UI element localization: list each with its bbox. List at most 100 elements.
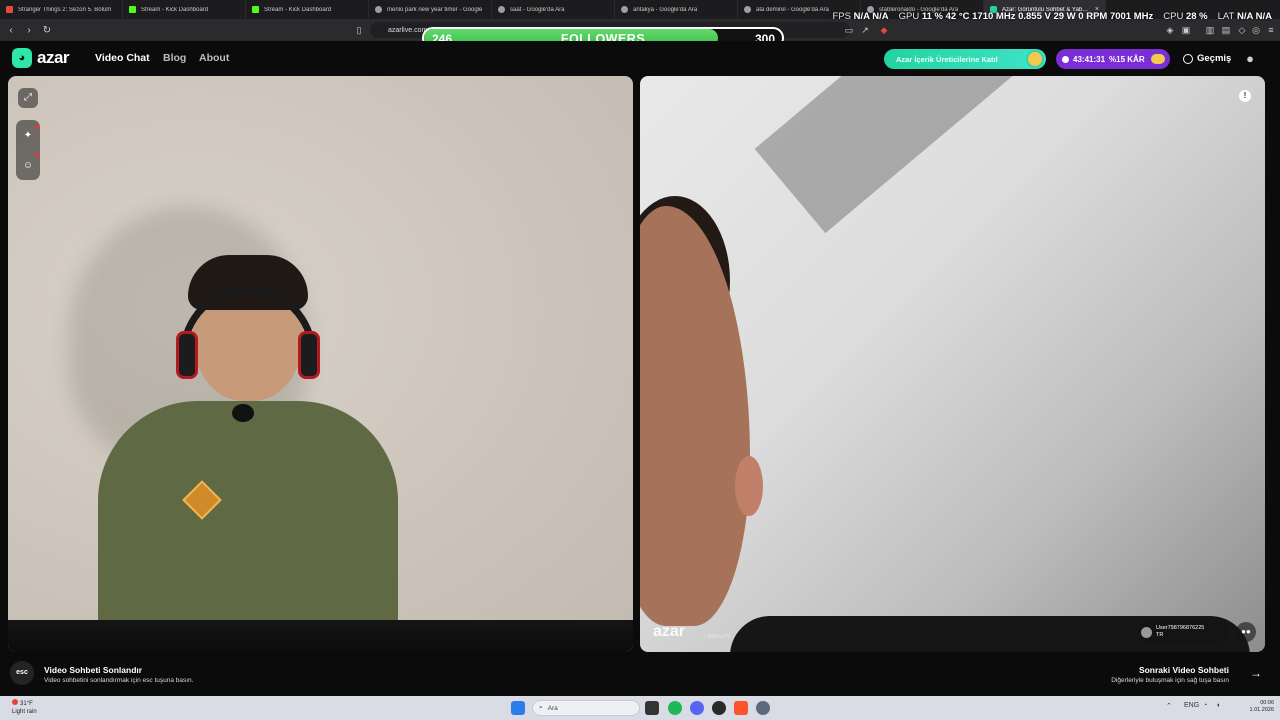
lat-stat: LAT N/A N/A bbox=[1217, 11, 1272, 22]
end-chat-title: Video Sohbeti Sonlandır bbox=[44, 665, 143, 675]
watermark-id: 7-MAPieqTp bbox=[703, 634, 731, 640]
gpu-stat: GPU 11 % 42 °C 1710 MHz 0.855 V 29 W 0 R… bbox=[898, 11, 1154, 22]
nav-blog[interactable]: Blog bbox=[163, 52, 186, 64]
join-creators-button[interactable]: Azar İçerik Üreticilerine Katıl bbox=[884, 49, 1046, 69]
remote-face bbox=[640, 206, 750, 626]
google-icon bbox=[621, 6, 628, 13]
browser-tab[interactable]: Stream - Kick Dashboard bbox=[246, 0, 369, 19]
wifi-icon[interactable]: ◔ bbox=[1203, 702, 1207, 709]
nav-video-chat[interactable]: Video Chat bbox=[95, 52, 150, 64]
menu-icon[interactable]: ≡ bbox=[1265, 24, 1277, 36]
screenshot-icon[interactable]: ▣ bbox=[1180, 24, 1192, 36]
clock-date: 1.01.2026 bbox=[1249, 707, 1274, 713]
profile-icon[interactable]: ● bbox=[1242, 51, 1258, 67]
spotify-icon[interactable] bbox=[668, 701, 682, 715]
desk-edge bbox=[8, 620, 633, 652]
kick-icon bbox=[129, 6, 136, 13]
browser-tab[interactable]: Stranger Things 2: Sezon 5. Bölüm bbox=[0, 0, 123, 19]
event-timer-badge[interactable]: 43:41:31 %15 KÂR bbox=[1056, 49, 1170, 69]
sidebar-icon[interactable]: ▥ bbox=[1204, 24, 1216, 36]
azar-watermark: azar bbox=[653, 623, 686, 640]
kick-icon bbox=[252, 6, 259, 13]
next-chat-title: Sonraki Video Sohbeti bbox=[1138, 665, 1229, 675]
taskbar-search[interactable]: ⌕ Ara bbox=[532, 700, 640, 716]
clock-time: 00:06 bbox=[1260, 700, 1274, 706]
sparkle-effect-icon[interactable]: ✦ bbox=[22, 129, 35, 142]
headset-mic bbox=[232, 404, 254, 422]
url-text: azarlive.com bbox=[388, 26, 428, 34]
forward-arrow-icon[interactable]: › bbox=[22, 23, 36, 37]
lang-indicator[interactable]: ENG bbox=[1184, 702, 1199, 709]
chat-bubble-icon[interactable]: ●● bbox=[1236, 622, 1256, 642]
app-icon[interactable] bbox=[712, 701, 726, 715]
browser-tab[interactable]: antakya - Google'da Ara bbox=[615, 0, 738, 19]
notification-dot bbox=[35, 125, 39, 129]
azar-wordmark: azar bbox=[37, 48, 70, 67]
history-icon bbox=[1183, 53, 1193, 64]
search-icon: ⌕ bbox=[539, 704, 543, 711]
brave-shield-icon[interactable]: ◆ bbox=[878, 24, 890, 36]
next-arrow-icon[interactable]: → bbox=[1246, 663, 1266, 683]
effects-controls: ✦ ☺ bbox=[16, 120, 40, 180]
sticker-icon[interactable]: ☺ bbox=[22, 159, 35, 172]
windows-taskbar: 31°F Light rain ⌕ Ara ⌃ ENG ◔ ◖ 00:06 1.… bbox=[0, 696, 1280, 720]
share-icon[interactable]: ↗ bbox=[859, 24, 871, 36]
reload-icon[interactable]: ↻ bbox=[40, 23, 54, 37]
brave-icon[interactable] bbox=[734, 701, 748, 715]
clock-area[interactable]: 00:06 1.01.2026 bbox=[1250, 700, 1274, 714]
hardware-stats-overlay: FPS N/A N/A GPU 11 % 42 °C 1710 MHz 0.85… bbox=[833, 11, 1273, 22]
ceiling-beam bbox=[754, 76, 1265, 234]
browser-tab[interactable]: menlo park new year timer - Google bbox=[369, 0, 492, 19]
back-arrow-icon[interactable]: ‹ bbox=[4, 23, 18, 37]
weather-temp: 31°F bbox=[20, 701, 33, 707]
headset-earcup-left bbox=[176, 331, 198, 379]
history-button[interactable]: Geçmiş bbox=[1183, 53, 1231, 64]
shield-icon[interactable]: ◎ bbox=[1250, 24, 1262, 36]
tab-favicon-icon bbox=[6, 6, 13, 13]
local-video-panel: ⤢ ✦ ☺ bbox=[8, 76, 633, 652]
fps-stat: FPS N/A N/A bbox=[832, 11, 889, 22]
remote-video-panel: ! azar 7-MAPieqTp User798796876225 TR ●● bbox=[640, 76, 1265, 652]
discord-icon[interactable] bbox=[690, 701, 704, 715]
cast-icon[interactable]: ▭ bbox=[843, 24, 855, 36]
notification-dot bbox=[35, 153, 39, 157]
chat-footer: esc Video Sohbeti Sonlandır Video sohbet… bbox=[0, 652, 1280, 696]
browser-tab[interactable]: saat - Google'da Ara bbox=[492, 0, 615, 19]
history-label: Geçmiş bbox=[1197, 53, 1232, 64]
remote-ear bbox=[735, 456, 763, 516]
volume-icon[interactable]: ◖ bbox=[1216, 702, 1220, 709]
shirt bbox=[98, 401, 398, 652]
wallet-icon[interactable]: ▤ bbox=[1220, 24, 1232, 36]
remote-user-badge[interactable]: User798796876225 TR bbox=[1137, 622, 1229, 642]
weather-icon bbox=[12, 699, 18, 705]
azar-logo[interactable]: ◕ azar bbox=[12, 48, 70, 68]
profit-value: %15 KÂR bbox=[1109, 54, 1145, 64]
coin-icon bbox=[1151, 54, 1165, 64]
headset-earcup-right bbox=[298, 331, 320, 379]
report-icon[interactable]: ! bbox=[1239, 90, 1251, 102]
esc-key-button[interactable]: esc bbox=[10, 661, 34, 685]
start-windows-icon[interactable] bbox=[511, 701, 525, 715]
remote-user-country: TR bbox=[1156, 632, 1164, 638]
nav-about[interactable]: About bbox=[199, 52, 229, 64]
tray-chevron-icon[interactable]: ⌃ bbox=[1166, 702, 1172, 710]
weather-desc: Light rain bbox=[12, 709, 37, 715]
google-icon bbox=[744, 6, 751, 13]
next-chat-subtitle: Diğerleriyle buluşmak için sağ tuşa bası… bbox=[1111, 677, 1229, 684]
google-icon bbox=[375, 6, 382, 13]
azar-logo-icon: ◕ bbox=[12, 48, 32, 68]
weather-widget[interactable]: 31°F Light rain bbox=[12, 699, 37, 716]
creator-badge-icon bbox=[1026, 50, 1044, 68]
vpn-icon[interactable]: ◇ bbox=[1236, 24, 1248, 36]
browser-tab[interactable]: Stream - Kick Dashboard bbox=[123, 0, 246, 19]
timer-value: 43:41:31 bbox=[1073, 54, 1106, 64]
bookmark-icon[interactable]: ▯ bbox=[353, 24, 365, 36]
extension-icon[interactable]: ◈ bbox=[1164, 24, 1176, 36]
task-view-icon[interactable] bbox=[645, 701, 659, 715]
settings-gear-icon[interactable] bbox=[756, 701, 770, 715]
end-chat-subtitle: Video sohbetini sonlandırmak için esc tu… bbox=[44, 677, 194, 684]
clock-icon bbox=[1062, 55, 1069, 63]
expand-icon[interactable]: ⤢ bbox=[18, 88, 38, 108]
google-icon bbox=[498, 6, 505, 13]
azar-header: ◕ azar Video Chat Blog About Azar İçerik… bbox=[0, 41, 1280, 76]
